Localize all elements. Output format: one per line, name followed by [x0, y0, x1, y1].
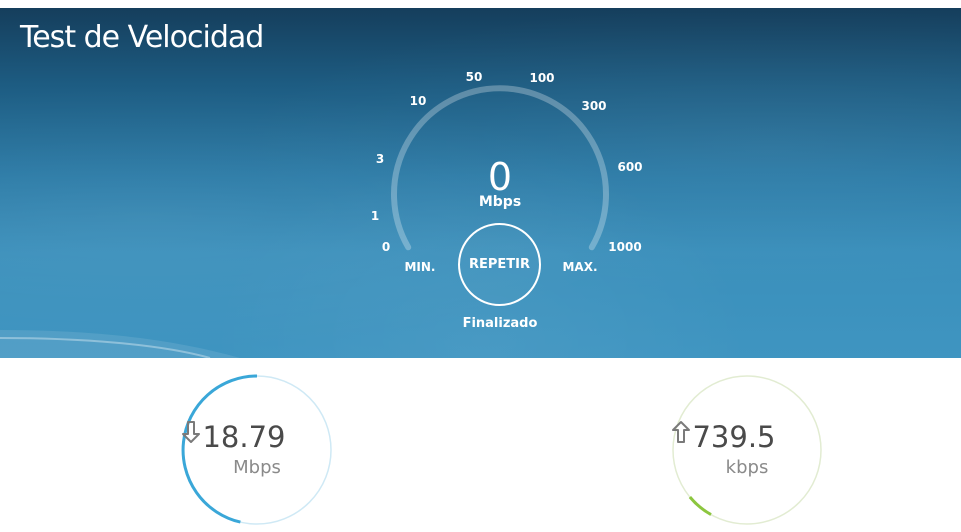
current-speed-unit: Mbps	[478, 194, 522, 210]
top-strip	[0, 0, 961, 8]
scale-label-3: 3	[376, 152, 384, 166]
scale-label-0: 0	[382, 240, 390, 254]
upload-arrow-icon	[672, 421, 802, 449]
download-value-row: 18.79	[181, 420, 333, 454]
download-unit: Mbps	[233, 457, 281, 478]
current-speed-value: 0	[487, 155, 513, 199]
download-result: 18.79 Mbps	[181, 374, 333, 532]
min-label: MIN.	[404, 260, 435, 274]
scale-label-1: 1	[371, 209, 379, 223]
repeat-test-button[interactable]: REPETIR	[458, 223, 541, 306]
max-label: MAX.	[562, 260, 597, 274]
upload-result: 739.5 kbps	[671, 374, 823, 532]
scale-label-600: 600	[617, 160, 642, 174]
scale-label-300: 300	[581, 99, 606, 113]
download-value: 18.79	[202, 420, 286, 454]
upload-unit: kbps	[725, 457, 769, 478]
upload-value: 739.5	[692, 420, 776, 454]
test-status: Finalizado	[462, 316, 538, 331]
scale-label-10: 10	[410, 94, 427, 108]
download-arrow-icon	[182, 421, 312, 449]
scale-label-100: 100	[529, 71, 554, 85]
scale-label-50: 50	[466, 70, 483, 84]
upload-progress-arc	[688, 496, 712, 516]
scale-label-1000: 1000	[608, 240, 641, 254]
upload-value-row: 739.5	[671, 420, 823, 454]
